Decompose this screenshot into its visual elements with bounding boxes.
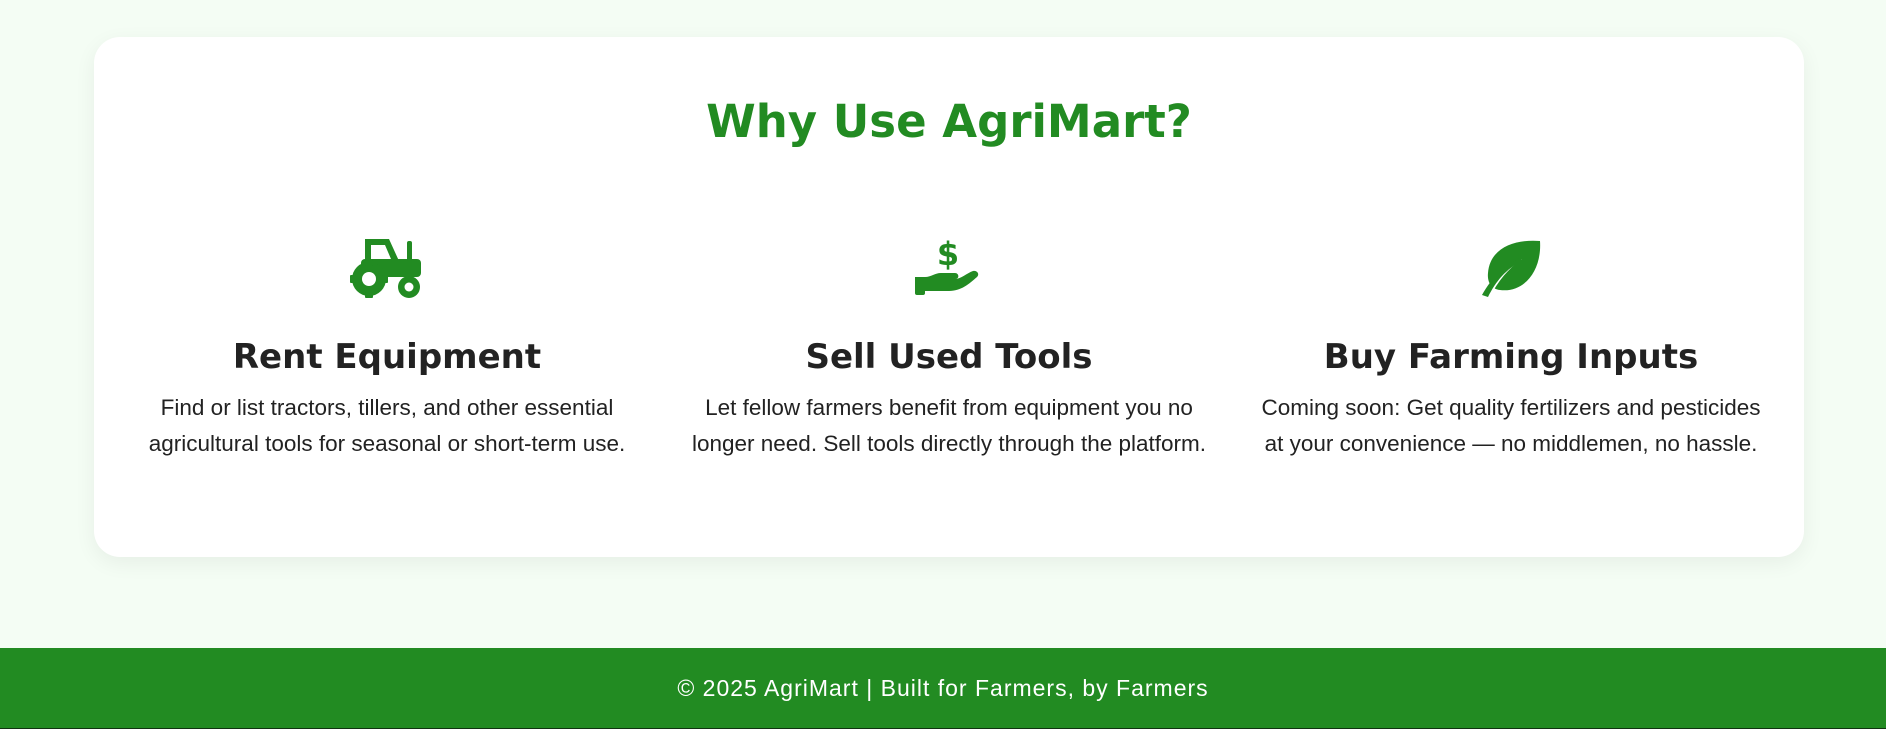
leaf-icon [1241, 235, 1781, 310]
section-title: Why Use AgriMart? [706, 95, 1192, 148]
feature-sell-used-tools: $ Sell Used Tools Let fellow farmers ben… [679, 235, 1219, 462]
feature-title: Buy Farming Inputs [1323, 337, 1699, 377]
footer-copyright: © 2025 AgriMart | Built for Farmers, by … [677, 674, 1209, 701]
feature-description: Let fellow farmers benefit from equipmen… [691, 394, 1207, 456]
tractor-icon [117, 235, 657, 310]
feature-buy-farming-inputs: Buy Farming Inputs Coming soon: Get qual… [1241, 235, 1781, 462]
site-footer: © 2025 AgriMart | Built for Farmers, by … [0, 648, 1886, 729]
feature-description: Find or list tractors, tillers, and othe… [148, 394, 626, 456]
features-card: Why Use AgriMart? Rent Equipment Find or… [94, 37, 1804, 557]
feature-rent-equipment: Rent Equipment Find or list tractors, ti… [117, 235, 657, 462]
svg-text:$: $ [937, 235, 959, 273]
feature-title: Rent Equipment [232, 337, 542, 377]
hand-dollar-icon: $ [679, 235, 1219, 310]
feature-description: Coming soon: Get quality fertilizers and… [1261, 394, 1761, 456]
feature-title: Sell Used Tools [805, 337, 1093, 377]
